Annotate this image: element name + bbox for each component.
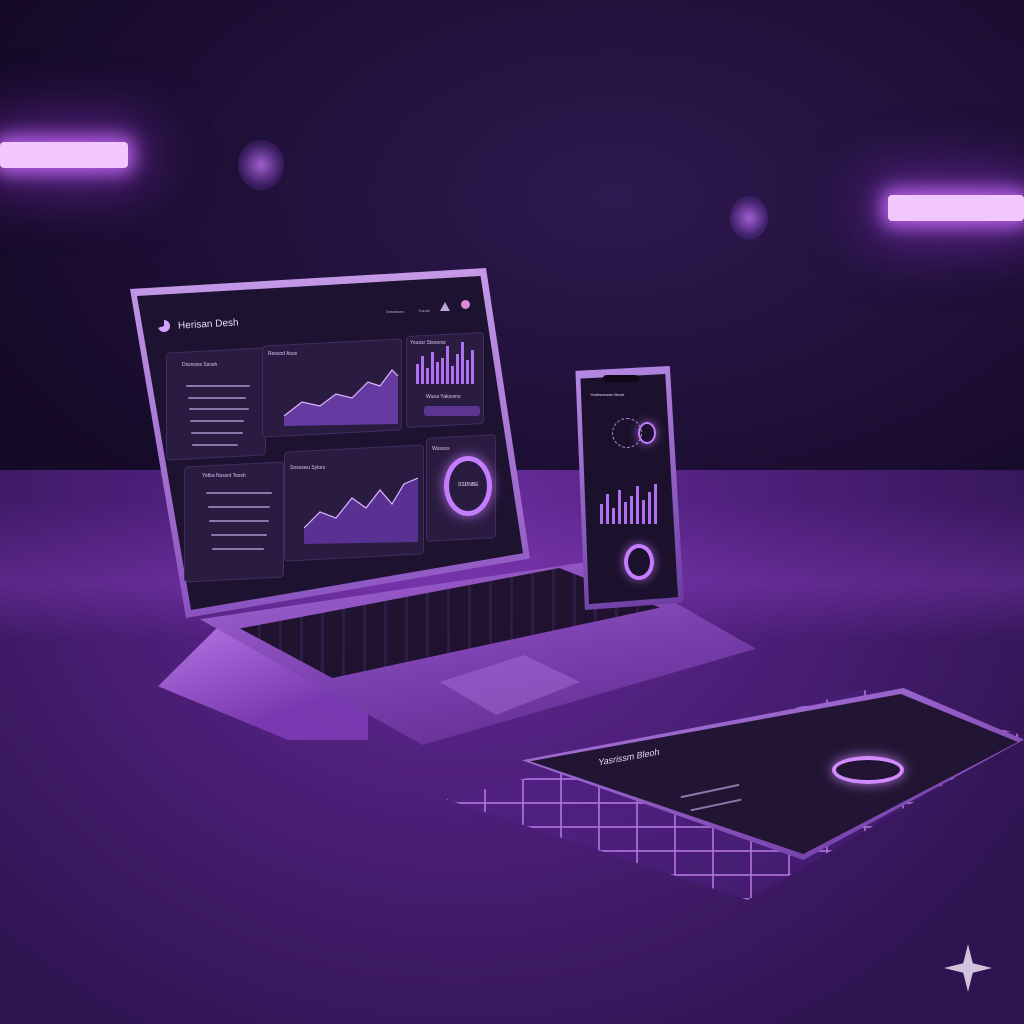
card-title: Yotba Nsssnt Tsosh — [202, 473, 246, 479]
ring-label: SSDNBE — [458, 482, 479, 488]
area-chart — [283, 369, 399, 426]
tablet-progress-ring — [832, 756, 904, 784]
warning-icon[interactable] — [440, 302, 450, 311]
list-item — [208, 506, 270, 508]
list-item — [191, 432, 243, 434]
bokeh-light — [238, 140, 284, 190]
card-title: Dssnsws Ssosh — [182, 362, 218, 368]
bar-chart — [416, 342, 474, 384]
phone-title: Yadlesnnssis Blcob — [590, 392, 625, 397]
logo-icon — [158, 320, 170, 332]
list-item — [212, 548, 264, 550]
phone-progress-ring — [624, 544, 654, 580]
nav-item[interactable]: Yuzols — [418, 308, 430, 313]
list-item — [209, 520, 269, 522]
list-item — [188, 397, 246, 399]
list-item — [186, 385, 250, 387]
area-chart — [303, 477, 419, 544]
neon-light-right — [888, 195, 1024, 221]
phone-notch — [603, 375, 639, 382]
card-subtitle: Wuoa Yaksoms — [426, 394, 461, 400]
phone-bar-chart — [600, 484, 657, 524]
progress-bar — [424, 406, 480, 416]
nav-item[interactable]: Dssnwsns — [386, 309, 404, 314]
list-item — [192, 444, 238, 446]
list-item — [211, 534, 267, 536]
card-list-bottom — [184, 461, 284, 583]
list-item — [190, 420, 244, 422]
card-title: Wassos — [432, 446, 450, 452]
neon-light-left — [0, 142, 128, 168]
card-title: Ressod Asos — [268, 351, 298, 357]
phone-small-ring — [638, 422, 656, 444]
list-item — [206, 492, 272, 494]
list-item — [189, 408, 249, 410]
bokeh-light — [730, 196, 768, 240]
avatar[interactable] — [461, 300, 470, 309]
